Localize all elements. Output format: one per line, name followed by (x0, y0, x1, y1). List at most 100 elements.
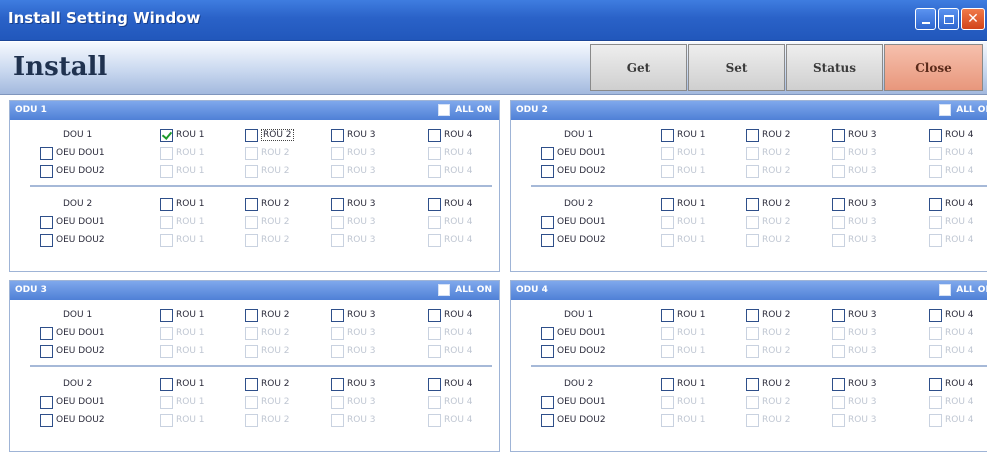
checkbox-option[interactable]: ROU 3 (331, 376, 376, 392)
rou-2-checkbox[interactable] (245, 377, 258, 391)
all-on-checkbox[interactable] (438, 104, 451, 116)
rou-2-checkbox[interactable] (245, 308, 258, 322)
checkbox-option[interactable]: OEU DOU1 (541, 394, 606, 410)
rou-1-checkbox[interactable] (160, 128, 173, 142)
all-on-toggle[interactable]: ALL ON (939, 104, 987, 116)
all-on-checkbox[interactable] (939, 284, 952, 296)
oeu-dou-2-checkbox[interactable] (40, 164, 53, 178)
oeu-dou-2-checkbox[interactable] (40, 413, 53, 427)
checkbox-option[interactable]: OEU DOU2 (40, 232, 105, 248)
oeu-dou-1-checkbox[interactable] (40, 395, 53, 409)
checkbox-option[interactable]: ROU 4 (929, 376, 974, 392)
rou-3-checkbox[interactable] (331, 308, 344, 322)
oeu-dou-2-checkbox[interactable] (541, 233, 554, 247)
checkbox-option[interactable]: ROU 4 (929, 307, 974, 323)
oeu-dou-2-checkbox[interactable] (541, 164, 554, 178)
checkbox-option[interactable]: OEU DOU1 (541, 145, 606, 161)
checkbox-option[interactable]: ROU 3 (832, 127, 877, 143)
title-bar[interactable]: Install Setting Window ✕ (0, 0, 987, 41)
checkbox-option[interactable]: ROU 2 (245, 376, 290, 392)
oeu-dou-1-checkbox[interactable] (40, 215, 53, 229)
oeu-dou-1-checkbox[interactable] (541, 395, 554, 409)
rou-4-checkbox[interactable] (929, 308, 942, 322)
checkbox-option[interactable]: ROU 4 (428, 196, 473, 212)
rou-3-checkbox[interactable] (331, 377, 344, 391)
rou-1-checkbox[interactable] (160, 377, 173, 391)
checkbox-option[interactable]: ROU 4 (428, 127, 473, 143)
checkbox-option[interactable]: ROU 3 (832, 307, 877, 323)
oeu-dou-1-checkbox[interactable] (40, 326, 53, 340)
rou-3-checkbox[interactable] (832, 128, 845, 142)
checkbox-option[interactable]: ROU 2 (746, 196, 791, 212)
rou-1-checkbox[interactable] (160, 197, 173, 211)
checkbox-option[interactable]: ROU 1 (160, 196, 205, 212)
checkbox-option[interactable]: ROU 4 (929, 127, 974, 143)
checkbox-option[interactable]: ROU 2 (245, 307, 290, 323)
rou-4-checkbox[interactable] (929, 377, 942, 391)
rou-3-checkbox[interactable] (832, 197, 845, 211)
rou-2-checkbox[interactable] (245, 128, 258, 142)
checkbox-option[interactable]: ROU 1 (661, 307, 706, 323)
status-button[interactable]: Status (786, 44, 883, 91)
checkbox-option[interactable]: OEU DOU2 (40, 343, 105, 359)
rou-2-checkbox[interactable] (245, 197, 258, 211)
rou-4-checkbox[interactable] (428, 197, 441, 211)
checkbox-option[interactable]: ROU 2 (245, 196, 290, 212)
all-on-toggle[interactable]: ALL ON (438, 284, 492, 296)
rou-1-checkbox[interactable] (661, 377, 674, 391)
window-close-button[interactable]: ✕ (961, 8, 985, 30)
checkbox-option[interactable]: ROU 1 (160, 307, 205, 323)
checkbox-option[interactable]: ROU 3 (832, 376, 877, 392)
all-on-toggle[interactable]: ALL ON (438, 104, 492, 116)
checkbox-option[interactable]: OEU DOU1 (40, 145, 105, 161)
checkbox-option[interactable]: ROU 1 (160, 376, 205, 392)
oeu-dou-1-checkbox[interactable] (40, 146, 53, 160)
checkbox-option[interactable]: ROU 3 (331, 127, 376, 143)
rou-4-checkbox[interactable] (428, 377, 441, 391)
checkbox-option[interactable]: OEU DOU2 (541, 343, 606, 359)
rou-2-checkbox[interactable] (746, 197, 759, 211)
rou-1-checkbox[interactable] (661, 128, 674, 142)
rou-4-checkbox[interactable] (428, 128, 441, 142)
oeu-dou-2-checkbox[interactable] (541, 413, 554, 427)
rou-3-checkbox[interactable] (832, 308, 845, 322)
checkbox-option[interactable]: OEU DOU1 (541, 325, 606, 341)
checkbox-option[interactable]: OEU DOU2 (40, 412, 105, 428)
checkbox-option[interactable]: ROU 4 (428, 376, 473, 392)
rou-1-checkbox[interactable] (661, 197, 674, 211)
rou-2-checkbox[interactable] (746, 308, 759, 322)
checkbox-option[interactable]: OEU DOU1 (40, 394, 105, 410)
checkbox-option[interactable]: ROU 2 (746, 376, 791, 392)
checkbox-option[interactable]: ROU 1 (160, 127, 205, 143)
checkbox-option[interactable]: ROU 4 (929, 196, 974, 212)
checkbox-option[interactable]: OEU DOU1 (541, 214, 606, 230)
set-button[interactable]: Set (688, 44, 785, 91)
minimize-button[interactable] (915, 8, 936, 30)
checkbox-option[interactable]: ROU 3 (331, 307, 376, 323)
checkbox-option[interactable]: ROU 1 (661, 196, 706, 212)
rou-4-checkbox[interactable] (929, 128, 942, 142)
rou-2-checkbox[interactable] (746, 377, 759, 391)
rou-2-checkbox[interactable] (746, 128, 759, 142)
checkbox-option[interactable]: OEU DOU2 (40, 163, 105, 179)
oeu-dou-1-checkbox[interactable] (541, 146, 554, 160)
rou-3-checkbox[interactable] (331, 197, 344, 211)
checkbox-option[interactable]: ROU 1 (661, 127, 706, 143)
all-on-checkbox[interactable] (438, 284, 451, 296)
checkbox-option[interactable]: ROU 4 (428, 307, 473, 323)
all-on-checkbox[interactable] (939, 104, 952, 116)
rou-4-checkbox[interactable] (428, 308, 441, 322)
checkbox-option[interactable]: OEU DOU2 (541, 163, 606, 179)
checkbox-option[interactable]: ROU 3 (331, 196, 376, 212)
close-button[interactable]: Close (884, 44, 983, 91)
rou-3-checkbox[interactable] (331, 128, 344, 142)
checkbox-option[interactable]: OEU DOU1 (40, 214, 105, 230)
all-on-toggle[interactable]: ALL ON (939, 284, 987, 296)
checkbox-option[interactable]: OEU DOU2 (541, 232, 606, 248)
get-button[interactable]: Get (590, 44, 687, 91)
checkbox-option[interactable]: OEU DOU2 (541, 412, 606, 428)
checkbox-option[interactable]: ROU 1 (661, 376, 706, 392)
rou-1-checkbox[interactable] (160, 308, 173, 322)
oeu-dou-2-checkbox[interactable] (40, 344, 53, 358)
checkbox-option[interactable]: ROU 3 (832, 196, 877, 212)
